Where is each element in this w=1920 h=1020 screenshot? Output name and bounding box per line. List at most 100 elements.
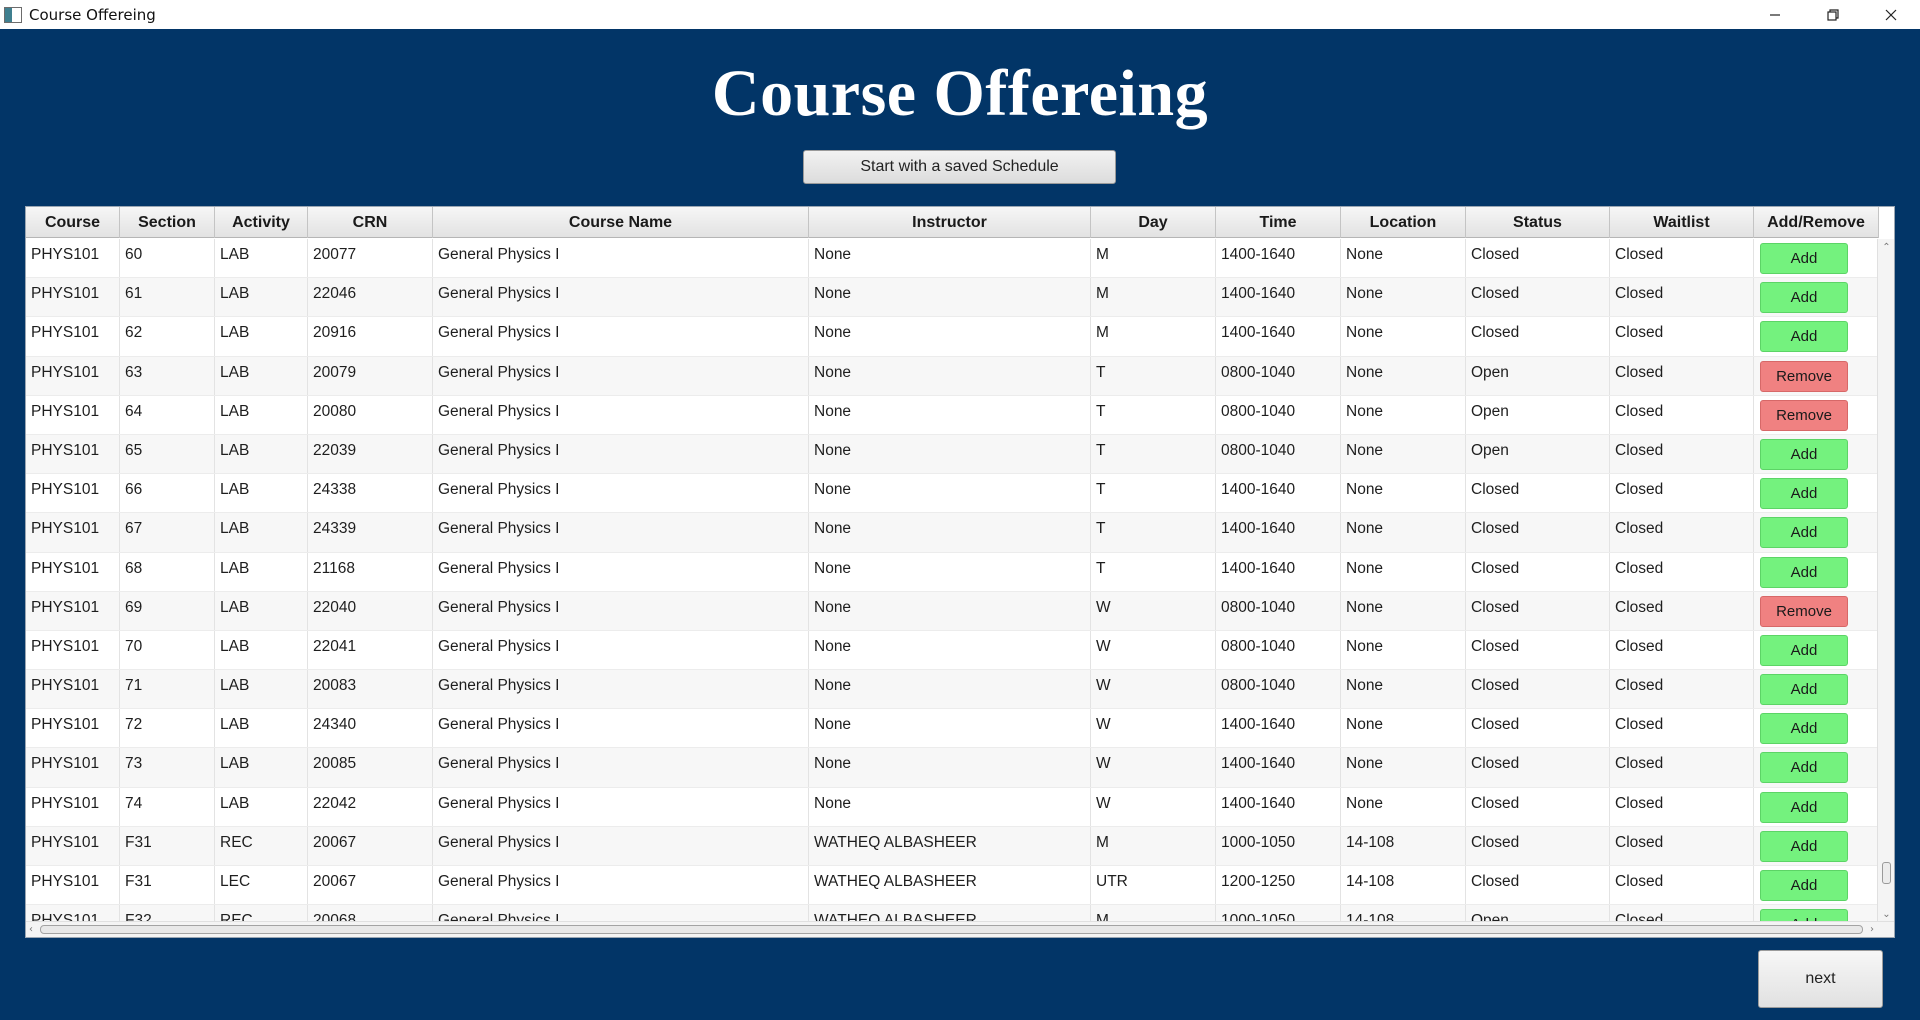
cell-section: 70 — [120, 630, 215, 670]
add-button[interactable]: Add — [1760, 674, 1848, 706]
table-row[interactable]: PHYS101 73 LAB 20085 General Physics I None W 1… — [26, 748, 1879, 788]
cell-course-name: General Physics I — [433, 709, 809, 748]
cell-crn: 24339 — [308, 513, 433, 552]
cell-activity: LAB — [215, 787, 308, 826]
column-header-waitlist[interactable]: Waitlist — [1610, 207, 1754, 238]
cell-course-name: General Physics I — [433, 278, 809, 317]
column-header-location[interactable]: Location — [1341, 207, 1466, 238]
next-button[interactable]: next — [1758, 950, 1883, 1008]
table-row[interactable]: PHYS101 62 LAB 20916 General Physics I None M 1… — [26, 317, 1879, 357]
cell-course: PHYS101 — [26, 395, 120, 434]
cell-waitlist: Closed — [1610, 278, 1754, 317]
restore-button[interactable] — [1804, 0, 1862, 29]
minimize-button[interactable] — [1746, 0, 1804, 29]
cell-instructor: None — [809, 278, 1091, 317]
add-button[interactable]: Add — [1760, 752, 1848, 784]
scroll-right-icon[interactable]: › — [1870, 924, 1874, 935]
cell-waitlist: Closed — [1610, 552, 1754, 591]
cell-instructor: None — [809, 709, 1091, 748]
add-button[interactable]: Add — [1760, 282, 1848, 314]
remove-button[interactable]: Remove — [1760, 360, 1848, 392]
cell-section: 61 — [120, 278, 215, 317]
table-row[interactable]: PHYS101 65 LAB 22039 General Physics I None T 0… — [26, 434, 1879, 475]
add-button[interactable]: Add — [1760, 478, 1848, 510]
cell-waitlist: Closed — [1610, 356, 1754, 395]
cell-course-name: General Physics I — [433, 239, 809, 278]
cell-instructor: WATHEQ ALBASHEER — [809, 866, 1091, 905]
cell-section: 73 — [120, 748, 215, 787]
cell-section: 64 — [120, 395, 215, 434]
add-button[interactable]: Add — [1760, 438, 1848, 470]
horizontal-scroll-thumb[interactable] — [40, 925, 1863, 934]
cell-location: 14-108 — [1341, 866, 1466, 905]
add-button[interactable]: Add — [1760, 870, 1848, 901]
table-row[interactable]: PHYS101 60 LAB 20077 General Physics I None M 1… — [26, 239, 1879, 279]
column-header-course[interactable]: Course — [26, 207, 120, 238]
table-row[interactable]: PHYS101 69 LAB 22040 General Physics I None W 0… — [26, 591, 1879, 631]
column-header-activity[interactable]: Activity — [215, 207, 308, 238]
add-button[interactable]: Add — [1760, 243, 1848, 274]
cell-activity: LAB — [215, 552, 308, 591]
vertical-scrollbar[interactable]: ⌃ ⌄ — [1877, 239, 1894, 923]
close-button[interactable] — [1862, 0, 1920, 29]
cell-waitlist: Closed — [1610, 787, 1754, 826]
table-row[interactable]: PHYS101 74 LAB 22042 General Physics I None W 1… — [26, 787, 1879, 827]
table-row[interactable]: PHYS101 67 LAB 24339 General Physics I None T 1… — [26, 513, 1879, 553]
window-titlebar: Course Offereing — [0, 0, 1920, 29]
cell-crn: 20085 — [308, 748, 433, 787]
table-row[interactable]: PHYS101 68 LAB 21168 General Physics I None T 1… — [26, 552, 1879, 592]
horizontal-scrollbar[interactable]: ‹ › — [26, 921, 1894, 937]
table-row[interactable]: PHYS101 F31 LEC 20067 General Physics I WATHE… — [26, 866, 1879, 906]
add-button[interactable]: Add — [1760, 517, 1848, 549]
cell-course-name: General Physics I — [433, 317, 809, 356]
add-button[interactable]: Add — [1760, 556, 1848, 588]
remove-button[interactable]: Remove — [1760, 595, 1848, 627]
cell-status: Closed — [1466, 826, 1610, 865]
add-button[interactable]: Add — [1760, 830, 1848, 862]
cell-time: 0800-1040 — [1216, 670, 1341, 709]
cell-time: 1200-1250 — [1216, 866, 1341, 905]
column-header-instructor[interactable]: Instructor — [809, 207, 1091, 238]
window-title: Course Offereing — [29, 5, 156, 24]
cell-activity: LAB — [215, 474, 308, 513]
table-row[interactable]: PHYS101 61 LAB 22046 General Physics I None M 1… — [26, 278, 1879, 318]
cell-status: Closed — [1466, 630, 1610, 670]
table-row[interactable]: PHYS101 64 LAB 20080 General Physics I None T 0… — [26, 395, 1879, 435]
table-row[interactable]: PHYS101 71 LAB 20083 General Physics I None W 0… — [26, 670, 1879, 710]
table-header: Course Section Activity CRN Course Name Instr… — [26, 207, 1879, 238]
table-row[interactable]: PHYS101 F31 REC 20067 General Physics I WATHE… — [26, 826, 1879, 866]
scroll-left-icon[interactable]: ‹ — [29, 924, 33, 935]
table-row[interactable]: PHYS101 72 LAB 24340 General Physics I None W 1… — [26, 709, 1879, 749]
table-row[interactable]: PHYS101 70 LAB 22041 General Physics I None W 0… — [26, 630, 1879, 671]
saved-schedule-button[interactable]: Start with a saved Schedule — [803, 150, 1116, 184]
cell-course: PHYS101 — [26, 630, 120, 670]
cell-time: 1400-1640 — [1216, 278, 1341, 317]
table-row[interactable]: PHYS101 66 LAB 24338 General Physics I None T 1… — [26, 474, 1879, 514]
column-header-crn[interactable]: CRN — [308, 207, 433, 238]
add-button[interactable]: Add — [1760, 791, 1848, 823]
table-row[interactable]: PHYS101 63 LAB 20079 General Physics I None T 0… — [26, 356, 1879, 396]
cell-section: 68 — [120, 552, 215, 591]
add-button[interactable]: Add — [1760, 321, 1848, 353]
column-header-status[interactable]: Status — [1466, 207, 1610, 238]
cell-time: 1400-1640 — [1216, 709, 1341, 748]
scroll-up-icon[interactable]: ⌃ — [1881, 242, 1892, 253]
cell-location: None — [1341, 474, 1466, 513]
column-header-course-name[interactable]: Course Name — [433, 207, 809, 238]
cell-course-name: General Physics I — [433, 670, 809, 709]
cell-instructor: None — [809, 474, 1091, 513]
window-controls — [1746, 0, 1920, 29]
scroll-down-icon[interactable]: ⌄ — [1881, 909, 1892, 920]
add-button[interactable]: Add — [1760, 634, 1848, 666]
cell-course: PHYS101 — [26, 474, 120, 513]
column-header-section[interactable]: Section — [120, 207, 215, 238]
column-header-day[interactable]: Day — [1091, 207, 1216, 238]
minimize-icon — [1770, 13, 1780, 16]
cell-activity: LAB — [215, 630, 308, 670]
cell-time: 1400-1640 — [1216, 748, 1341, 787]
add-button[interactable]: Add — [1760, 713, 1848, 745]
column-header-add-remove[interactable]: Add/Remove — [1754, 207, 1879, 238]
remove-button[interactable]: Remove — [1760, 399, 1848, 431]
vertical-scroll-thumb[interactable] — [1882, 862, 1891, 884]
column-header-time[interactable]: Time — [1216, 207, 1341, 238]
